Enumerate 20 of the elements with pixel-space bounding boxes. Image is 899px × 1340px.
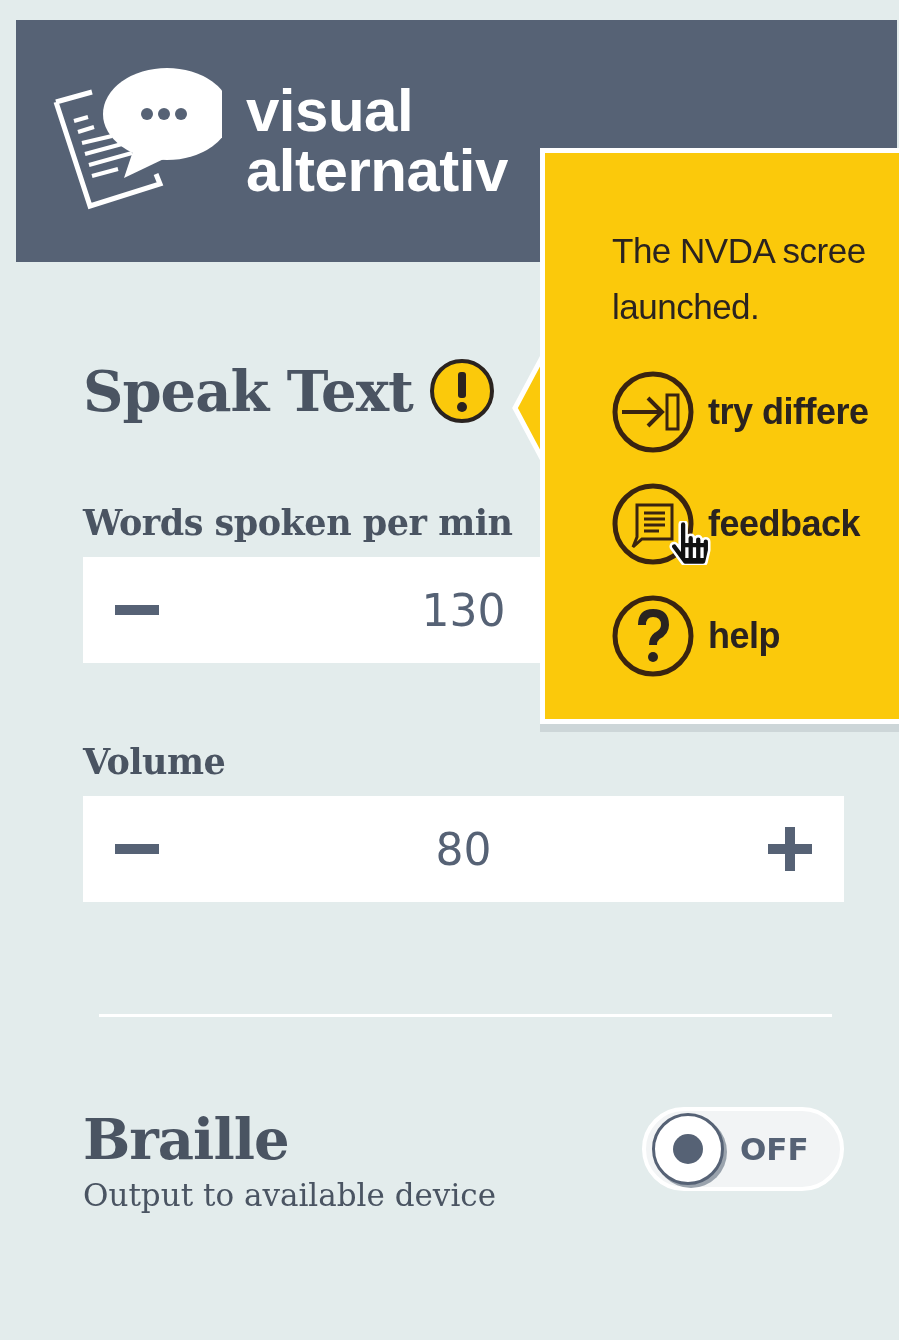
- arrow-to-bar-icon: [612, 371, 694, 453]
- toggle-switch[interactable]: OFF: [642, 1107, 844, 1191]
- stepper-value: 80: [435, 823, 492, 875]
- document-bubble-icon: [612, 483, 694, 565]
- field-label: Words spoken per min: [83, 502, 513, 543]
- popup-message: The NVDA scree launched.: [612, 230, 867, 328]
- help-icon: [612, 595, 694, 677]
- field-label: Volume: [83, 741, 226, 782]
- minus-icon: [115, 844, 159, 854]
- popup-link[interactable]: try differe: [612, 371, 869, 453]
- warning-icon[interactable]: [428, 358, 495, 424]
- minus-icon: [115, 605, 159, 615]
- plus-icon: [768, 827, 812, 871]
- section-subtitle: Output to available device: [83, 1177, 496, 1213]
- number-stepper[interactable]: 80: [83, 796, 844, 902]
- increase-button[interactable]: [768, 827, 812, 871]
- stepper-value: 130: [421, 584, 506, 636]
- section-heading: Speak Text: [83, 359, 413, 423]
- app-title: visual alternativ: [246, 81, 508, 201]
- section-heading: Braille: [83, 1107, 290, 1171]
